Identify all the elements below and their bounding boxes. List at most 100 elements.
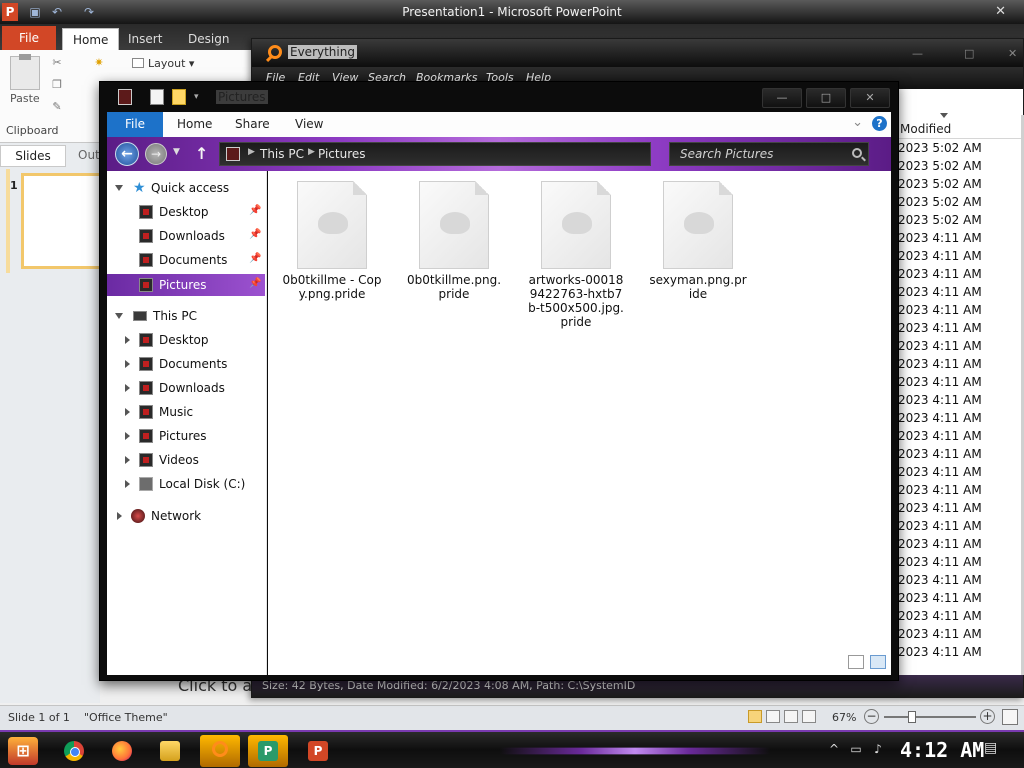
result-row-modified[interactable]: 2023 4:11 AM	[898, 643, 1022, 661]
result-row-modified[interactable]: 2023 4:11 AM	[898, 607, 1022, 625]
tab-slides[interactable]: Slides	[0, 145, 66, 167]
result-row-modified[interactable]: 2023 5:02 AM	[898, 211, 1022, 229]
expand-arrow-icon[interactable]	[125, 384, 130, 392]
breadcrumb-separator-icon[interactable]: ▶	[248, 147, 255, 157]
nav-network[interactable]: Network	[107, 505, 265, 527]
result-row-modified[interactable]: 2023 4:11 AM	[898, 553, 1022, 571]
result-row-modified[interactable]: 2023 4:11 AM	[898, 373, 1022, 391]
ev-maximize-button[interactable]: □	[964, 47, 974, 60]
ev-close-button[interactable]: ✕	[1008, 47, 1017, 60]
result-row-modified[interactable]: 2023 4:11 AM	[898, 481, 1022, 499]
search-input[interactable]: Search Pictures	[669, 142, 869, 166]
quick-access-dropdown-icon[interactable]: ▾	[194, 92, 208, 108]
ex-tab-file[interactable]: File	[107, 112, 163, 137]
result-row-modified[interactable]: 2023 5:02 AM	[898, 193, 1022, 211]
nav-pc-documents[interactable]: Documents	[107, 353, 265, 375]
nav-quick-documents[interactable]: Documents 📌	[107, 249, 265, 271]
result-row-modified[interactable]: 2023 4:11 AM	[898, 265, 1022, 283]
pin-icon[interactable]: 📌	[249, 205, 261, 216]
breadcrumb-separator-icon[interactable]: ▶	[308, 147, 315, 157]
properties-icon[interactable]	[150, 89, 164, 105]
result-row-modified[interactable]: 2023 4:11 AM	[898, 661, 1022, 664]
result-row-modified[interactable]: 2023 4:11 AM	[898, 427, 1022, 445]
ex-tab-home[interactable]: Home	[177, 117, 212, 131]
result-row-modified[interactable]: 2023 4:11 AM	[898, 625, 1022, 643]
network-tray-icon[interactable]: ▭	[848, 742, 864, 756]
cut-icon[interactable]: ✂	[50, 56, 64, 70]
explorer-close-button[interactable]: ✕	[850, 88, 890, 108]
copy-icon[interactable]: ❐	[50, 78, 64, 92]
search-icon[interactable]	[852, 148, 862, 158]
ppt-tab-home[interactable]: Home	[62, 28, 120, 50]
zoom-level[interactable]: 67%	[832, 711, 856, 724]
collapse-arrow-icon[interactable]	[115, 185, 123, 191]
ex-tab-view[interactable]: View	[295, 117, 323, 131]
breadcrumb-pictures[interactable]: Pictures	[318, 147, 366, 161]
powerpoint-close-icon[interactable]: ✕	[995, 4, 1006, 19]
taskbar-publisher[interactable]: P	[248, 735, 288, 767]
details-view-icon[interactable]	[848, 655, 864, 669]
expand-arrow-icon[interactable]	[125, 432, 130, 440]
taskbar-file-explorer[interactable]	[150, 735, 190, 767]
result-row-modified[interactable]: 2023 5:02 AM	[898, 139, 1022, 157]
reading-view-button[interactable]	[784, 710, 798, 723]
nav-quick-downloads[interactable]: Downloads 📌	[107, 225, 265, 247]
collapse-arrow-icon[interactable]	[115, 313, 123, 319]
file-item[interactable]: 0b0tkillme.png.pride	[404, 181, 504, 301]
explorer-app-icon[interactable]	[118, 89, 132, 105]
ex-tab-share[interactable]: Share	[235, 117, 270, 131]
nav-pc-music[interactable]: Music	[107, 401, 265, 423]
nav-pc-desktop[interactable]: Desktop	[107, 329, 265, 351]
up-arrow-icon[interactable]: ↑	[195, 144, 208, 163]
result-row-modified[interactable]: 2023 4:11 AM	[898, 571, 1022, 589]
taskbar-firefox[interactable]	[102, 735, 142, 767]
result-row-modified[interactable]: 2023 4:11 AM	[898, 535, 1022, 553]
result-row-modified[interactable]: 2023 4:11 AM	[898, 391, 1022, 409]
ppt-tab-insert[interactable]: Insert	[118, 28, 172, 50]
zoom-slider-thumb[interactable]	[908, 711, 916, 723]
taskbar-powerpoint[interactable]: P	[298, 735, 338, 767]
result-row-modified[interactable]: 2023 4:11 AM	[898, 337, 1022, 355]
expand-arrow-icon[interactable]	[125, 336, 130, 344]
file-item[interactable]: sexyman.png.pride	[648, 181, 748, 301]
pin-icon[interactable]: 📌	[249, 278, 261, 289]
format-painter-icon[interactable]: ✎	[50, 100, 64, 114]
expand-arrow-icon[interactable]	[125, 456, 130, 464]
recent-locations-dropdown-icon[interactable]: ▼	[173, 147, 180, 157]
result-row-modified[interactable]: 2023 4:11 AM	[898, 409, 1022, 427]
help-icon[interactable]: ?	[872, 116, 887, 131]
forward-arrow-icon[interactable]: →	[145, 143, 167, 165]
explorer-minimize-button[interactable]: —	[762, 88, 802, 108]
nav-quick-pictures[interactable]: Pictures 📌	[107, 274, 265, 296]
zoom-slider[interactable]	[884, 716, 976, 718]
large-icons-view-icon[interactable]	[870, 655, 886, 669]
nav-quick-access[interactable]: ★ Quick access	[107, 177, 265, 199]
taskbar-chrome[interactable]	[54, 735, 94, 767]
result-row-modified[interactable]: 2023 4:11 AM	[898, 283, 1022, 301]
file-item[interactable]: 0b0tkillme - Copy.png.pride	[282, 181, 382, 301]
notification-icon[interactable]: ▤	[984, 740, 1004, 758]
result-row-modified[interactable]: 2023 4:11 AM	[898, 589, 1022, 607]
result-row-modified[interactable]: 2023 4:11 AM	[898, 517, 1022, 535]
volume-icon[interactable]: ♪	[870, 742, 886, 756]
explorer-maximize-button[interactable]: □	[806, 88, 846, 108]
pin-icon[interactable]: 📌	[249, 229, 261, 240]
ribbon-expand-icon[interactable]: ⌄	[852, 115, 863, 130]
address-bar[interactable]: ▶ This PC ▶ Pictures	[219, 142, 651, 166]
show-hidden-icons-icon[interactable]: ^	[826, 742, 842, 756]
layout-button[interactable]: Layout ▾	[132, 54, 194, 74]
result-row-modified[interactable]: 2023 4:11 AM	[898, 355, 1022, 373]
nav-quick-desktop[interactable]: Desktop 📌	[107, 201, 265, 223]
ppt-tab-design[interactable]: Design	[178, 28, 239, 50]
slide-sorter-button[interactable]	[766, 710, 780, 723]
zoom-in-button[interactable]: +	[980, 709, 995, 724]
result-row-modified[interactable]: 2023 4:11 AM	[898, 319, 1022, 337]
file-item[interactable]: artworks-000189422763-hxtb7b-t500x500.jp…	[526, 181, 626, 329]
pin-icon[interactable]: 📌	[249, 253, 261, 264]
result-row-modified[interactable]: 2023 5:02 AM	[898, 175, 1022, 193]
nav-pc-videos[interactable]: Videos	[107, 449, 265, 471]
nav-pc-pictures[interactable]: Pictures	[107, 425, 265, 447]
zoom-out-button[interactable]: −	[864, 709, 879, 724]
ppt-tab-file[interactable]: File	[2, 26, 56, 50]
new-folder-icon[interactable]	[172, 89, 186, 105]
